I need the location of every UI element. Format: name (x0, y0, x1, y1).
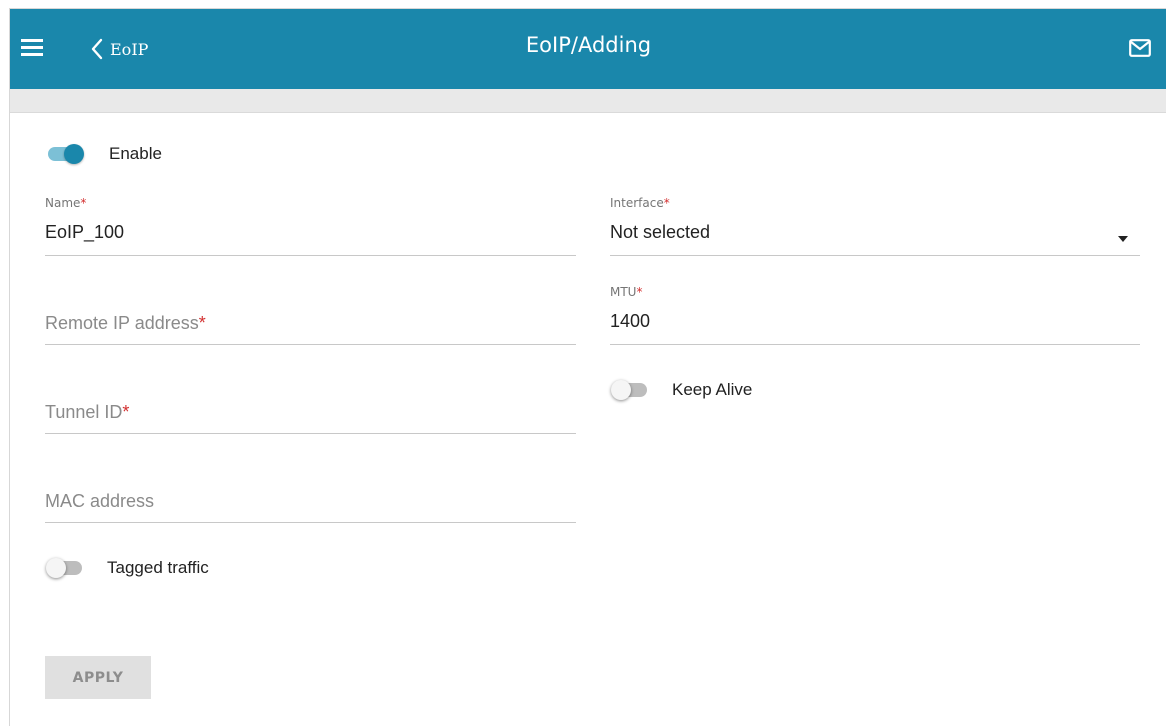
mtu-field[interactable]: MTU* 1400 (610, 285, 1140, 345)
keep-alive-toggle-knob (611, 380, 631, 400)
tunnel-id-field[interactable]: Tunnel ID* (45, 402, 576, 434)
tagged-traffic-label: Tagged traffic (107, 558, 209, 577)
mtu-field-label: MTU* (610, 285, 643, 299)
name-field-label: Name* (45, 196, 87, 210)
tunnel-id-underline (45, 433, 576, 434)
tunnel-id-placeholder: Tunnel ID* (45, 402, 130, 422)
required-mark: * (663, 196, 670, 210)
remote-ip-underline (45, 344, 576, 345)
enable-toggle-knob (64, 144, 84, 164)
required-mark: * (198, 313, 206, 333)
enable-toggle[interactable]: Enable (48, 144, 162, 164)
tagged-traffic-toggle-knob (46, 558, 66, 578)
keep-alive-toggle-track (611, 380, 647, 400)
enable-label: Enable (109, 144, 162, 163)
required-mark: * (80, 196, 87, 210)
eoip-form: Enable Name* EoIP_100 Remote IP address*… (10, 9, 1166, 727)
apply-button[interactable]: APPLY (45, 656, 151, 699)
name-field-value: EoIP_100 (45, 222, 125, 242)
keep-alive-toggle[interactable]: Keep Alive (611, 380, 753, 400)
interface-selected-value: Not selected (610, 222, 711, 242)
tagged-traffic-toggle-track (46, 558, 82, 578)
mac-address-field[interactable]: MAC address (45, 491, 576, 523)
tagged-traffic-toggle[interactable]: Tagged traffic (46, 558, 209, 578)
mtu-field-underline (610, 344, 1140, 345)
app-frame: EoIP EoIP/Adding Enable Name* EoIP_100 R… (9, 8, 1166, 726)
interface-select-underline (610, 255, 1140, 256)
remote-ip-placeholder: Remote IP address* (45, 313, 206, 333)
enable-toggle-track (48, 144, 84, 164)
required-mark: * (122, 402, 130, 422)
name-field[interactable]: Name* EoIP_100 (45, 196, 576, 256)
mac-address-underline (45, 522, 576, 523)
name-field-underline (45, 255, 576, 256)
required-mark: * (636, 285, 643, 299)
remote-ip-field[interactable]: Remote IP address* (45, 313, 576, 345)
mac-address-placeholder: MAC address (45, 491, 155, 511)
mtu-field-value: 1400 (610, 311, 651, 331)
caret-down-icon (1118, 236, 1128, 242)
interface-select-label: Interface* (610, 196, 670, 210)
interface-select[interactable]: Interface* Not selected (610, 196, 1140, 256)
keep-alive-label: Keep Alive (672, 380, 753, 399)
